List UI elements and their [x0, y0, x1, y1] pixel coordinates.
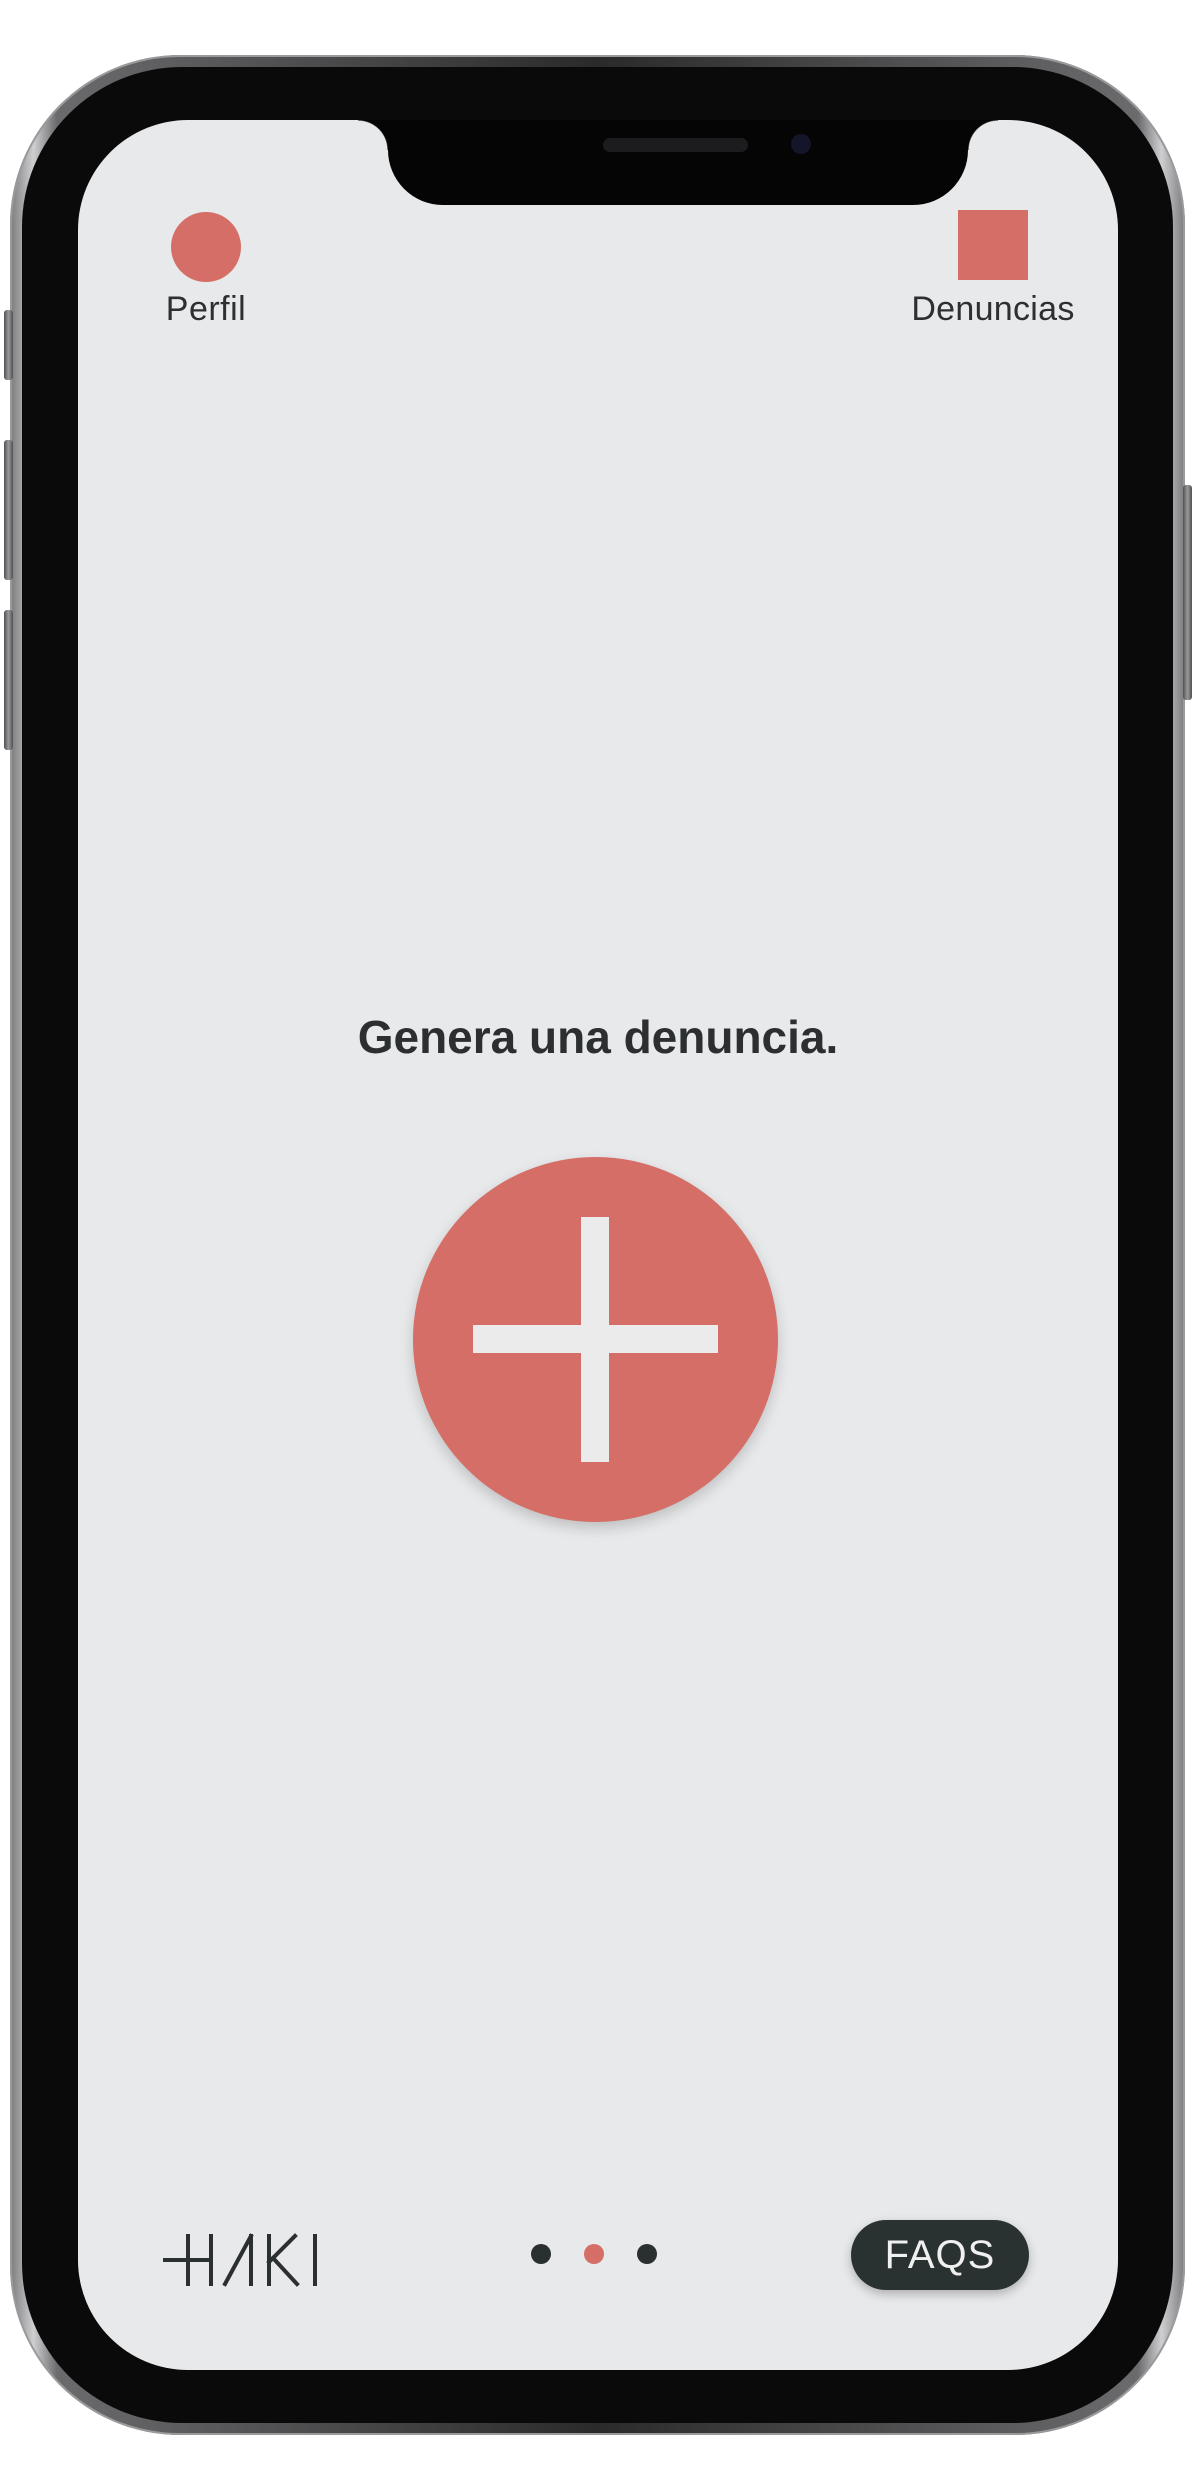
page-heading: Genera una denuncia.	[357, 1011, 839, 1063]
app-screen: Perfil Denuncias Genera una denuncia. FA…	[78, 120, 1118, 2370]
notch	[358, 120, 998, 205]
reports-square-icon[interactable]	[958, 210, 1028, 280]
faqs-button[interactable]: FAQS	[851, 2220, 1029, 2290]
volume-down-button	[4, 610, 13, 750]
profile-label[interactable]: Perfil	[128, 290, 284, 329]
page-dot-1[interactable]	[531, 2244, 551, 2264]
haki-logo	[163, 2233, 317, 2287]
reports-label[interactable]: Denuncias	[898, 290, 1088, 329]
page-dot-2-active[interactable]	[584, 2244, 604, 2264]
page-dot-3[interactable]	[637, 2244, 657, 2264]
plus-icon-horizontal	[473, 1325, 718, 1353]
add-report-button[interactable]	[413, 1157, 778, 1522]
front-camera	[791, 134, 811, 154]
profile-circle-icon[interactable]	[171, 212, 241, 282]
power-button	[1183, 485, 1192, 700]
earpiece-speaker	[603, 138, 748, 152]
silent-switch	[4, 310, 13, 380]
page-indicator	[531, 2244, 671, 2268]
volume-up-button	[4, 440, 13, 580]
